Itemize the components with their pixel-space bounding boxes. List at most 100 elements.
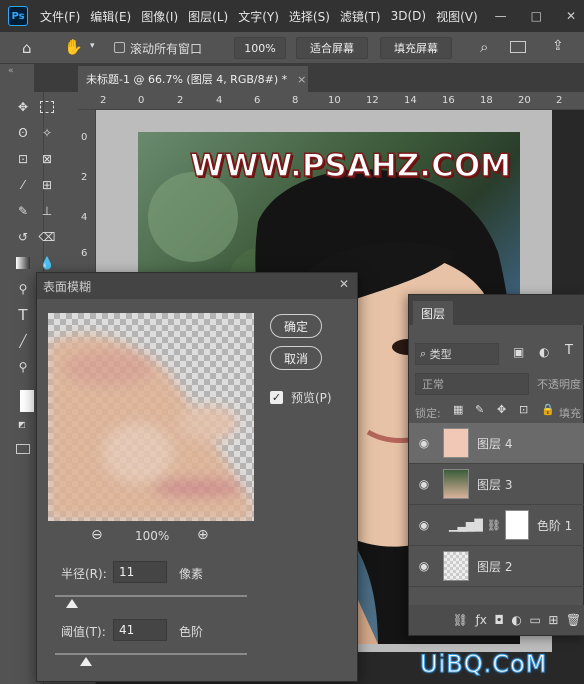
fill-screen-button[interactable]: 填充屏幕 [380, 37, 452, 59]
path-select-icon[interactable]: ╱ [12, 330, 34, 352]
adjust-filter-icon[interactable]: ◐ [539, 345, 549, 359]
cancel-button[interactable]: 取消 [270, 346, 322, 370]
layers-panel-header: 图层 [409, 295, 584, 325]
collapse-icon[interactable]: « [8, 66, 14, 76]
preview-window[interactable] [48, 313, 254, 521]
image-filter-icon[interactable]: ▣ [513, 345, 524, 359]
lasso-tool-icon[interactable]: ʘ [12, 122, 34, 144]
layer-row-levels[interactable]: ◉ ▁▃▆█ ⛓ 色阶 1 [409, 505, 584, 546]
zoom-in-icon[interactable]: ⊕ [197, 527, 209, 543]
layer-row-3[interactable]: ◉ 图层 3 [409, 464, 584, 505]
mask-icon[interactable]: ◘ [494, 613, 504, 627]
layers-tab[interactable]: 图层 [413, 301, 453, 325]
menu-image[interactable]: 图像(I) [141, 8, 178, 25]
link-icon[interactable]: ⛓ [453, 613, 468, 627]
visibility-eye-icon[interactable]: ◉ [409, 559, 439, 573]
ruler-label: 2 [81, 172, 88, 183]
threshold-input[interactable]: 41 [113, 619, 167, 641]
gradient-tool-icon[interactable] [12, 252, 34, 274]
maximize-button[interactable]: □ [531, 9, 542, 23]
visibility-eye-icon[interactable]: ◉ [409, 436, 439, 450]
menu-view[interactable]: 视图(V) [436, 8, 478, 25]
home-icon[interactable]: ⌂ [22, 39, 32, 57]
history-brush-icon[interactable]: ↺ [12, 226, 34, 248]
visibility-eye-icon[interactable]: ◉ [409, 518, 439, 532]
visibility-eye-icon[interactable]: ◉ [409, 477, 439, 491]
zoom-out-icon[interactable]: ⊖ [91, 527, 103, 543]
threshold-label: 阈值(T): [61, 625, 106, 639]
ruler-label: 20 [518, 95, 531, 106]
menu-file[interactable]: 文件(F) [40, 8, 80, 25]
folder-icon[interactable]: ▭ [529, 613, 540, 627]
threshold-slider-track[interactable] [55, 653, 247, 655]
eraser-tool-icon[interactable]: ⌫ [36, 226, 58, 248]
move-tool-icon[interactable]: ✥ [12, 96, 34, 118]
menu-select[interactable]: 选择(S) [289, 8, 330, 25]
ruler-label: 6 [254, 95, 261, 106]
radius-input[interactable]: 11 [113, 561, 167, 583]
threshold-slider-thumb[interactable] [79, 657, 92, 666]
scroll-all-checkbox[interactable] [114, 42, 125, 53]
layer-row-4[interactable]: ◉ 图层 4 [409, 423, 584, 464]
ruler-label: 6 [81, 248, 88, 259]
adjustment-icon[interactable]: ◐ [511, 613, 521, 627]
frame-tool-icon[interactable]: ⊠ [36, 148, 58, 170]
levels-adjustment-icon: ▁▃▆█ [449, 518, 483, 532]
dodge-tool-icon[interactable]: ⚲ [12, 278, 34, 300]
zoom-tool-icon[interactable]: ⚲ [12, 356, 34, 378]
type-tool-icon[interactable]: T [12, 304, 34, 326]
crop-tool-icon[interactable]: ⊡ [12, 148, 34, 170]
radius-slider-track[interactable] [55, 595, 247, 597]
lock-all-icon[interactable]: 🔒 [541, 403, 555, 416]
dialog-close-icon[interactable]: ✕ [339, 277, 349, 291]
ruler-label: 14 [404, 95, 417, 106]
magic-wand-icon[interactable]: ✧ [36, 122, 58, 144]
scroll-all-label: 滚动所有窗口 [130, 42, 203, 56]
ok-button[interactable]: 确定 [270, 314, 322, 338]
lock-pixels-icon[interactable]: ✎ [475, 403, 484, 416]
menu-3d[interactable]: 3D(D) [391, 9, 426, 23]
close-window-button[interactable]: ✕ [566, 9, 576, 23]
patch-tool-icon[interactable]: ⊞ [36, 174, 58, 196]
share-icon[interactable]: ⇪ [552, 38, 564, 54]
lock-transparency-icon[interactable]: ▦ [453, 403, 463, 416]
new-layer-icon[interactable]: ⊞ [548, 613, 558, 627]
lock-artboard-icon[interactable]: ⊡ [519, 403, 528, 416]
radius-label: 半径(R): [61, 567, 107, 581]
type-filter-icon[interactable]: T [565, 343, 573, 358]
menu-type[interactable]: 文字(Y) [238, 8, 279, 25]
chevron-down-icon[interactable]: ▾ [90, 41, 95, 51]
lock-position-icon[interactable]: ✥ [497, 403, 506, 416]
search-icon[interactable]: ⌕ [480, 38, 488, 56]
fit-screen-button[interactable]: 适合屏幕 [296, 37, 368, 59]
quick-mask-icon[interactable] [16, 444, 30, 454]
brush-tool-icon[interactable]: ✎ [12, 200, 34, 222]
foreground-color-swatch[interactable] [20, 390, 34, 412]
blend-mode-select[interactable]: 正常 [415, 373, 529, 395]
menu-layer[interactable]: 图层(L) [188, 8, 228, 25]
blur-tool-icon[interactable]: 💧 [36, 252, 58, 274]
document-tab-title: 未标题-1 @ 66.7% (图层 4, RGB/8#) * [86, 73, 288, 86]
menu-edit[interactable]: 编辑(E) [90, 8, 131, 25]
zoom-100-button[interactable]: 100% [234, 37, 286, 59]
close-tab-icon[interactable]: × [297, 73, 306, 86]
chain-link-icon[interactable]: ⛓ [487, 519, 501, 532]
dialog-title-bar: 表面模糊 ✕ [37, 273, 357, 299]
layer-filter-select[interactable]: ⌕ 类型 [415, 343, 499, 365]
minimize-button[interactable]: — [495, 9, 507, 23]
fx-icon[interactable]: ƒx [476, 613, 487, 627]
ruler-label: 4 [216, 95, 223, 106]
marquee-tool-icon[interactable] [36, 96, 58, 118]
swap-colors-icon[interactable]: ◩ [18, 420, 26, 429]
radius-slider-thumb[interactable] [66, 599, 79, 608]
trash-icon[interactable]: 🗑 [566, 613, 581, 627]
workspace-icon[interactable] [510, 41, 526, 53]
stamp-tool-icon[interactable]: ⊥ [36, 200, 58, 222]
eyedropper-icon[interactable]: ⁄ [12, 174, 34, 196]
menu-filter[interactable]: 滤镜(T) [340, 8, 381, 25]
preview-checkbox[interactable]: ✓ [270, 391, 283, 404]
ruler-label: 18 [480, 95, 493, 106]
document-tab[interactable]: 未标题-1 @ 66.7% (图层 4, RGB/8#) * × [78, 66, 308, 92]
layer-row-2[interactable]: ◉ 图层 2 [409, 546, 584, 587]
hand-tool-icon[interactable]: ✋ [64, 38, 83, 56]
